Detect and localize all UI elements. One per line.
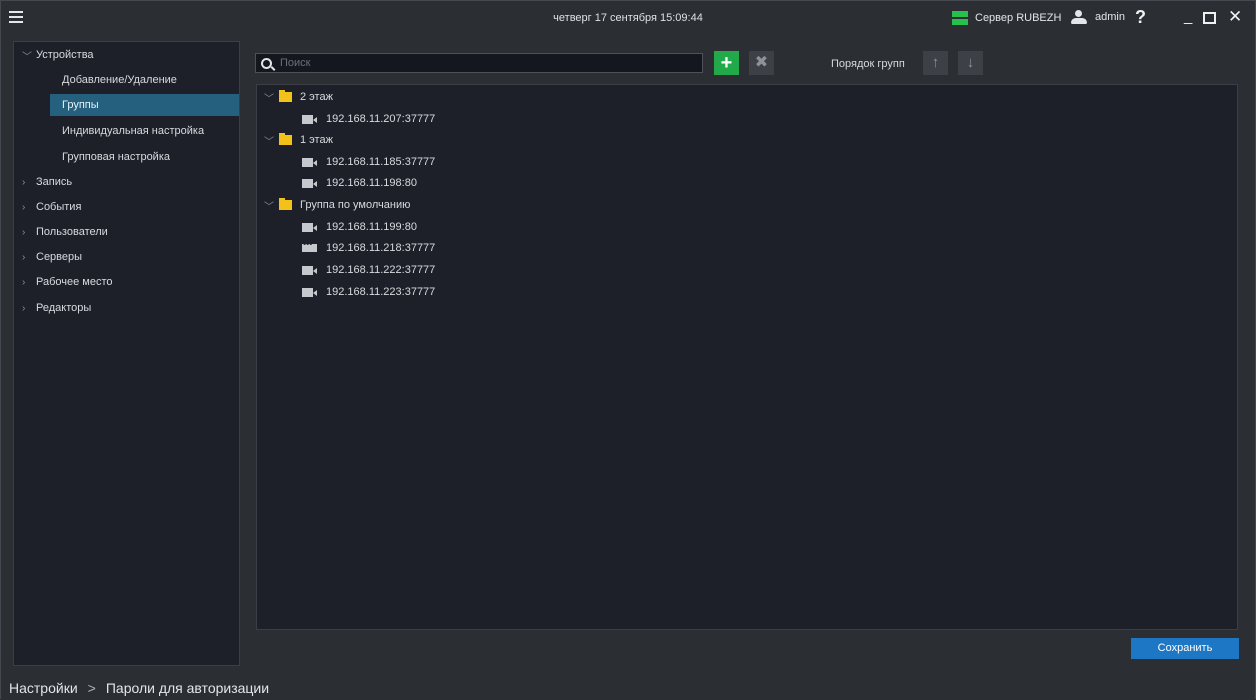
sidebar-item-servers[interactable]: › Серверы xyxy=(14,246,239,268)
sidebar-item-workplace[interactable]: › Рабочее место xyxy=(14,271,239,293)
sidebar-item-label: Серверы xyxy=(36,251,83,263)
move-up-button[interactable]: ↑ xyxy=(923,51,948,75)
sidebar-item-label: Группы xyxy=(62,99,99,111)
sidebar-item-group-settings[interactable]: Групповая настройка xyxy=(14,146,239,168)
chevron-down-icon: ﹀ xyxy=(264,136,274,148)
folder-icon xyxy=(279,198,292,210)
tree-camera[interactable]: 192.168.11.199:80 xyxy=(302,217,417,237)
search-input[interactable] xyxy=(280,57,700,69)
sidebar-item-label: Пользователи xyxy=(36,226,108,238)
delete-group-button[interactable]: ✖ xyxy=(749,51,774,75)
sidebar-item-label: Запись xyxy=(36,176,73,188)
sidebar-item-label: Рабочее место xyxy=(36,276,113,288)
sidebar-item-users[interactable]: › Пользователи xyxy=(14,221,239,243)
title-bar: четверг 17 сентября 15:09:44 Сервер RUBE… xyxy=(1,1,1255,37)
tree-camera[interactable]: 192.168.11.218:37777 xyxy=(302,238,435,258)
tree-group[interactable]: ﹀ 2 этаж xyxy=(259,87,333,107)
sidebar-item-groups[interactable]: Группы xyxy=(50,94,239,116)
breadcrumb-current: Пароли для авторизации xyxy=(105,679,270,696)
chevron-right-icon: › xyxy=(22,176,26,188)
search-box xyxy=(255,53,703,73)
sidebar-item-editors[interactable]: › Редакторы xyxy=(14,297,239,319)
camera-icon xyxy=(302,222,318,232)
group-label: 1 этаж xyxy=(300,134,333,146)
sidebar-item-label: Редакторы xyxy=(36,302,92,314)
server-status[interactable]: Сервер RUBEZH xyxy=(952,10,1061,26)
chevron-down-icon: ﹀ xyxy=(22,51,32,63)
add-group-button[interactable]: + xyxy=(714,51,739,75)
camera-label: 192.168.11.218:37777 xyxy=(326,242,436,254)
maximize-button[interactable] xyxy=(1203,12,1216,24)
chevron-right-icon: › xyxy=(22,226,26,238)
camera-label: 192.168.11.207:37777 xyxy=(326,113,436,125)
breadcrumb: Настройки > Пароли для авторизации xyxy=(1,675,1255,700)
camera-icon xyxy=(302,157,318,167)
chevron-right-icon: › xyxy=(22,201,26,213)
sidebar-item-individual-settings[interactable]: Индивидуальная настройка xyxy=(14,120,239,142)
search-icon xyxy=(261,57,272,69)
sidebar-item-recording[interactable]: › Запись xyxy=(14,171,239,193)
save-button[interactable]: Сохранить xyxy=(1131,638,1239,659)
tree-group[interactable]: ﹀ 1 этаж xyxy=(259,130,333,150)
tree-camera[interactable]: 192.168.11.207:37777 xyxy=(302,109,435,129)
server-icon xyxy=(952,11,968,25)
camera-label: 192.168.11.198:80 xyxy=(326,177,417,189)
tree-camera[interactable]: 192.168.11.223:37777 xyxy=(302,282,435,302)
groups-toolbar: + ✖ Порядок групп ↑ ↓ xyxy=(249,49,1249,79)
user-label: admin xyxy=(1095,11,1125,23)
sidebar-item-events[interactable]: › События xyxy=(14,196,239,218)
user-menu[interactable]: admin xyxy=(1070,10,1125,24)
camera-icon xyxy=(302,178,318,188)
server-label: Сервер RUBEZH xyxy=(975,12,1062,24)
datetime-label: четверг 17 сентября 15:09:44 xyxy=(553,12,703,24)
camera-icon xyxy=(302,114,318,124)
sidebar-item-add-remove[interactable]: Добавление/Удаление xyxy=(14,69,239,91)
tree-camera[interactable]: 192.168.11.198:80 xyxy=(302,173,417,193)
chevron-right-icon: › xyxy=(22,276,26,288)
settings-sidebar: ﹀ Устройства Добавление/Удаление Группы … xyxy=(13,41,240,666)
app-window: четверг 17 сентября 15:09:44 Сервер RUBE… xyxy=(0,0,1256,700)
group-label: 2 этаж xyxy=(300,91,333,103)
chevron-down-icon: ﹀ xyxy=(264,93,274,105)
help-button[interactable]: ? xyxy=(1135,7,1146,28)
chevron-right-icon: › xyxy=(22,302,26,314)
group-tree: ﹀ 2 этаж 192.168.11.207:37777 ﹀ 1 этаж 1… xyxy=(256,84,1238,630)
dvr-icon xyxy=(302,239,317,252)
tree-camera[interactable]: 192.168.11.185:37777 xyxy=(302,152,435,172)
sidebar-item-label: События xyxy=(36,201,82,213)
folder-icon xyxy=(279,90,292,102)
tree-group[interactable]: ﹀ Группа по умолчанию xyxy=(259,195,410,215)
close-button[interactable]: ✕ xyxy=(1228,8,1242,26)
minimize-button[interactable]: _ xyxy=(1184,8,1192,26)
user-icon xyxy=(1070,10,1088,24)
folder-icon xyxy=(279,133,292,145)
camera-icon xyxy=(302,265,318,275)
sidebar-item-label: Групповая настройка xyxy=(62,151,170,163)
sidebar-item-label: Индивидуальная настройка xyxy=(62,125,205,137)
sidebar-item-label: Устройства xyxy=(36,49,94,61)
group-label: Группа по умолчанию xyxy=(300,199,411,211)
camera-label: 192.168.11.199:80 xyxy=(326,221,417,233)
chevron-right-icon: › xyxy=(22,251,26,263)
chevron-down-icon: ﹀ xyxy=(264,201,274,213)
tree-camera[interactable]: 192.168.11.222:37777 xyxy=(302,260,435,280)
breadcrumb-root[interactable]: Настройки xyxy=(9,680,78,696)
breadcrumb-separator: > xyxy=(87,679,96,696)
sidebar-item-devices[interactable]: ﹀ Устройства xyxy=(14,44,239,66)
camera-icon xyxy=(302,287,318,297)
move-down-button[interactable]: ↓ xyxy=(958,51,983,75)
sidebar-item-label: Добавление/Удаление xyxy=(62,74,177,86)
camera-label: 192.168.11.185:37777 xyxy=(326,156,436,168)
camera-label: 192.168.11.222:37777 xyxy=(326,264,436,276)
camera-label: 192.168.11.223:37777 xyxy=(326,286,436,298)
group-order-label: Порядок групп xyxy=(831,58,905,70)
